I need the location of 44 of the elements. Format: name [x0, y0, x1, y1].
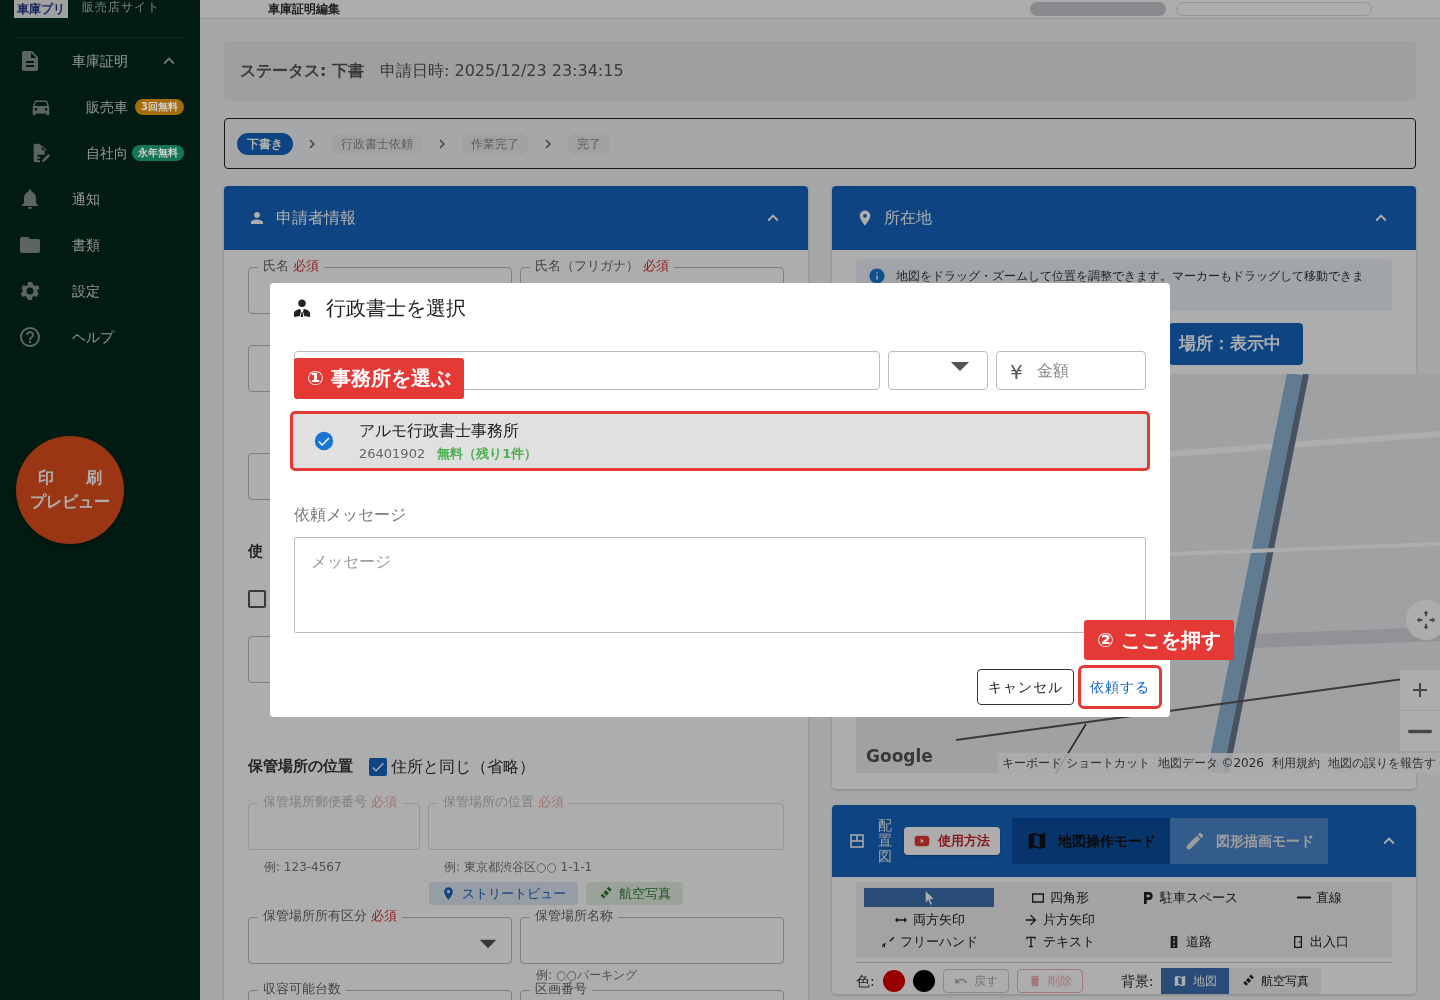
dialog-title: 行政書士を選択 [326, 295, 466, 322]
section-heading: 保管場所の位置 [248, 756, 353, 778]
nav-label: 車庫証明 [72, 51, 128, 71]
nav-label: 設定 [72, 281, 100, 301]
nav-label: 自社向 [86, 143, 128, 163]
notice-text: 地図をドラッグ・ズームして位置を調整できます。マーカーもドラッグして移動できま [896, 268, 1364, 285]
badge: 3回無料 [135, 99, 184, 115]
office-code: 26401902 [359, 445, 426, 461]
step-chip: 下書き [237, 132, 293, 155]
status-label: ステータス: 下書 [240, 60, 364, 82]
office-price: 無料（残り1件） [437, 445, 538, 461]
request-date: 申請日時: 2025/12/23 23:34:15 [379, 60, 624, 82]
message-label: 依頼メッセージ [294, 504, 407, 526]
field-label: 氏名 必須 [258, 258, 325, 274]
site-name: 販売店サイト [82, 0, 160, 16]
nav-label: 書類 [72, 235, 100, 255]
field-label: 保管場所所有区分 必須 [258, 908, 403, 924]
step-chip: 完了 [567, 132, 611, 155]
card-title: 申請者情報 [276, 207, 356, 229]
badge: 永年無料 [132, 145, 184, 161]
field-label: 保管場所名称 [530, 908, 618, 924]
card-title: 所在地 [884, 207, 932, 229]
callout-label: ② ここを押す [1084, 620, 1234, 660]
section-heading: 使 [248, 542, 263, 560]
nav-label: ヘルプ [72, 327, 114, 347]
office-name: アルモ行政書士事務所 [359, 419, 520, 442]
hint-text: 例: ○○パーキング [536, 967, 638, 982]
field-label: 収容可能台数 [258, 981, 346, 997]
logo: 車庫プリ [14, 0, 68, 18]
map-logo: Google [866, 744, 933, 768]
step-chip: 作業完了 [461, 132, 529, 155]
card-title: 配置図 [878, 817, 892, 865]
background-label: 背景: [1120, 971, 1154, 991]
currency-symbol: ¥ [1010, 359, 1023, 386]
step-chip: 行政書士依頼 [331, 132, 423, 155]
callout-label: ① 事務所を選ぶ [294, 358, 464, 399]
page-title: 車庫証明編集 [268, 1, 340, 18]
hint-text: 例: 123-4567 [264, 858, 343, 876]
color-label: 色: [856, 971, 875, 991]
field-label: 区画番号 [530, 981, 592, 997]
hint-text: 例: 東京都渋谷区○○ 1-1-1 [444, 858, 594, 876]
field-label: 氏名（フリガナ） 必須 [530, 258, 675, 274]
nav-label: 販売車 [86, 97, 128, 117]
nav-label: 通知 [72, 189, 100, 209]
